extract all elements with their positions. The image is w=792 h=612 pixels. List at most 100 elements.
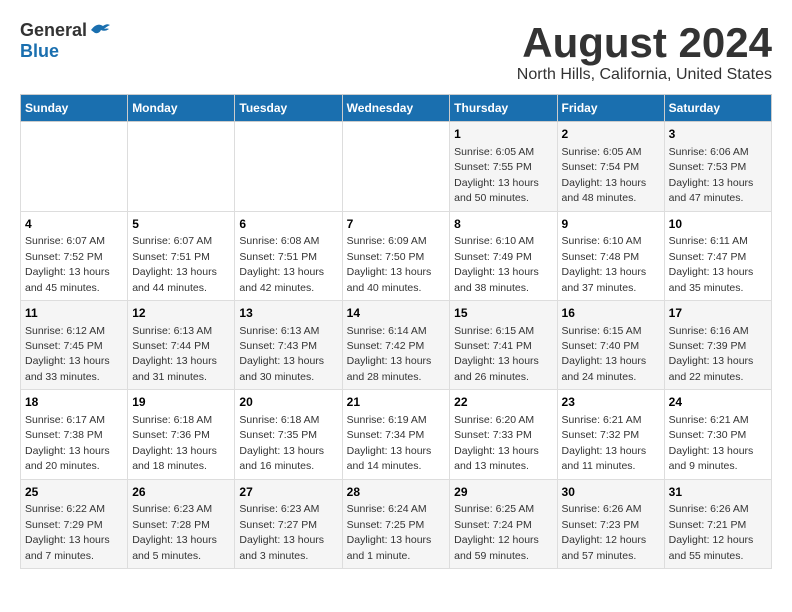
day-info: Sunrise: 6:19 AMSunset: 7:34 PMDaylight:… xyxy=(347,414,432,472)
calendar-cell: 9Sunrise: 6:10 AMSunset: 7:48 PMDaylight… xyxy=(557,211,664,300)
calendar-cell: 20 Sunrise: 6:18 AMSunset: 7:35 PMDayligh… xyxy=(235,390,342,479)
day-number: 10 xyxy=(669,216,767,233)
day-number: 20 xyxy=(239,394,337,411)
day-info: Sunrise: 6:11 AMSunset: 7:47 PMDaylight:… xyxy=(669,235,754,293)
calendar-cell: 13Sunrise: 6:13 AMSunset: 7:43 PMDayligh… xyxy=(235,300,342,389)
day-number: 11 xyxy=(25,305,123,322)
day-info: Sunrise: 6:21 AMSunset: 7:32 PMDaylight:… xyxy=(562,414,647,472)
calendar-cell: 8 Sunrise: 6:10 AMSunset: 7:49 PMDaylight… xyxy=(450,211,557,300)
day-info: Sunrise: 6:20 AMSunset: 7:33 PMDaylight:… xyxy=(454,414,539,472)
day-info: Sunrise: 6:26 AMSunset: 7:21 PMDaylight:… xyxy=(669,503,754,561)
calendar-cell: 10 Sunrise: 6:11 AMSunset: 7:47 PMDayligh… xyxy=(664,211,771,300)
calendar-week-row: 11Sunrise: 6:12 AMSunset: 7:45 PMDayligh… xyxy=(21,300,772,389)
day-info: Sunrise: 6:17 AMSunset: 7:38 PMDaylight:… xyxy=(25,414,110,472)
day-info: Sunrise: 6:25 AMSunset: 7:24 PMDaylight:… xyxy=(454,503,539,561)
day-number: 29 xyxy=(454,484,552,501)
calendar-cell xyxy=(21,122,128,211)
day-number: 22 xyxy=(454,394,552,411)
weekday-header-thursday: Thursday xyxy=(450,95,557,122)
day-info: Sunrise: 6:09 AMSunset: 7:50 PMDaylight:… xyxy=(347,235,432,293)
day-number: 7 xyxy=(347,216,446,233)
day-number: 14 xyxy=(347,305,446,322)
month-title: August 2024 xyxy=(517,20,772,66)
day-number: 2 xyxy=(562,126,660,143)
day-number: 8 xyxy=(454,216,552,233)
day-info: Sunrise: 6:06 AMSunset: 7:53 PMDaylight:… xyxy=(669,146,754,204)
day-info: Sunrise: 6:05 AMSunset: 7:55 PMDaylight:… xyxy=(454,146,539,204)
day-number: 30 xyxy=(562,484,660,501)
calendar-cell: 21 Sunrise: 6:19 AMSunset: 7:34 PMDayligh… xyxy=(342,390,450,479)
day-info: Sunrise: 6:23 AMSunset: 7:28 PMDaylight:… xyxy=(132,503,217,561)
day-number: 18 xyxy=(25,394,123,411)
calendar-cell: 6Sunrise: 6:08 AMSunset: 7:51 PMDaylight… xyxy=(235,211,342,300)
calendar-week-row: 4 Sunrise: 6:07 AMSunset: 7:52 PMDaylight… xyxy=(21,211,772,300)
location-title: North Hills, California, United States xyxy=(517,66,772,84)
weekday-header-monday: Monday xyxy=(128,95,235,122)
calendar-cell: 30 Sunrise: 6:26 AMSunset: 7:23 PMDayligh… xyxy=(557,479,664,568)
logo-bird-icon xyxy=(89,20,111,40)
weekday-header-wednesday: Wednesday xyxy=(342,95,450,122)
day-number: 15 xyxy=(454,305,552,322)
calendar-cell: 16Sunrise: 6:15 AMSunset: 7:40 PMDayligh… xyxy=(557,300,664,389)
logo-blue-text: Blue xyxy=(20,41,59,62)
day-info: Sunrise: 6:16 AMSunset: 7:39 PMDaylight:… xyxy=(669,325,754,383)
day-info: Sunrise: 6:18 AMSunset: 7:36 PMDaylight:… xyxy=(132,414,217,472)
day-info: Sunrise: 6:14 AMSunset: 7:42 PMDaylight:… xyxy=(347,325,432,383)
calendar-cell: 25 Sunrise: 6:22 AMSunset: 7:29 PMDayligh… xyxy=(21,479,128,568)
calendar-cell: 18 Sunrise: 6:17 AMSunset: 7:38 PMDayligh… xyxy=(21,390,128,479)
day-number: 25 xyxy=(25,484,123,501)
title-block: August 2024 North Hills, California, Uni… xyxy=(517,20,772,84)
calendar-cell: 3 Sunrise: 6:06 AMSunset: 7:53 PMDaylight… xyxy=(664,122,771,211)
calendar-cell: 14 Sunrise: 6:14 AMSunset: 7:42 PMDayligh… xyxy=(342,300,450,389)
day-number: 12 xyxy=(132,305,230,322)
day-info: Sunrise: 6:24 AMSunset: 7:25 PMDaylight:… xyxy=(347,503,432,561)
day-number: 6 xyxy=(239,216,337,233)
day-info: Sunrise: 6:26 AMSunset: 7:23 PMDaylight:… xyxy=(562,503,647,561)
day-number: 1 xyxy=(454,126,552,143)
calendar-cell: 19Sunrise: 6:18 AMSunset: 7:36 PMDayligh… xyxy=(128,390,235,479)
weekday-header-saturday: Saturday xyxy=(664,95,771,122)
day-info: Sunrise: 6:13 AMSunset: 7:44 PMDaylight:… xyxy=(132,325,217,383)
calendar-cell: 4 Sunrise: 6:07 AMSunset: 7:52 PMDaylight… xyxy=(21,211,128,300)
day-number: 21 xyxy=(347,394,446,411)
day-number: 24 xyxy=(669,394,767,411)
logo-general-text: General xyxy=(20,20,87,41)
day-number: 17 xyxy=(669,305,767,322)
day-number: 4 xyxy=(25,216,123,233)
weekday-header-sunday: Sunday xyxy=(21,95,128,122)
calendar-cell: 23Sunrise: 6:21 AMSunset: 7:32 PMDayligh… xyxy=(557,390,664,479)
day-number: 5 xyxy=(132,216,230,233)
calendar-body: 1 Sunrise: 6:05 AMSunset: 7:55 PMDaylight… xyxy=(21,122,772,569)
logo: General Blue xyxy=(20,20,111,62)
day-info: Sunrise: 6:13 AMSunset: 7:43 PMDaylight:… xyxy=(239,325,324,383)
day-info: Sunrise: 6:10 AMSunset: 7:48 PMDaylight:… xyxy=(562,235,647,293)
calendar-cell: 29 Sunrise: 6:25 AMSunset: 7:24 PMDayligh… xyxy=(450,479,557,568)
day-info: Sunrise: 6:10 AMSunset: 7:49 PMDaylight:… xyxy=(454,235,539,293)
calendar-cell: 7 Sunrise: 6:09 AMSunset: 7:50 PMDaylight… xyxy=(342,211,450,300)
calendar-cell: 28Sunrise: 6:24 AMSunset: 7:25 PMDayligh… xyxy=(342,479,450,568)
day-info: Sunrise: 6:23 AMSunset: 7:27 PMDaylight:… xyxy=(239,503,324,561)
day-number: 16 xyxy=(562,305,660,322)
day-number: 31 xyxy=(669,484,767,501)
day-number: 27 xyxy=(239,484,337,501)
weekday-header-row: SundayMondayTuesdayWednesdayThursdayFrid… xyxy=(21,95,772,122)
day-info: Sunrise: 6:07 AMSunset: 7:52 PMDaylight:… xyxy=(25,235,110,293)
day-number: 3 xyxy=(669,126,767,143)
calendar-week-row: 1 Sunrise: 6:05 AMSunset: 7:55 PMDaylight… xyxy=(21,122,772,211)
day-info: Sunrise: 6:18 AMSunset: 7:35 PMDaylight:… xyxy=(239,414,324,472)
day-info: Sunrise: 6:15 AMSunset: 7:41 PMDaylight:… xyxy=(454,325,539,383)
calendar-cell: 15 Sunrise: 6:15 AMSunset: 7:41 PMDayligh… xyxy=(450,300,557,389)
day-info: Sunrise: 6:05 AMSunset: 7:54 PMDaylight:… xyxy=(562,146,647,204)
day-info: Sunrise: 6:21 AMSunset: 7:30 PMDaylight:… xyxy=(669,414,754,472)
calendar-week-row: 25 Sunrise: 6:22 AMSunset: 7:29 PMDayligh… xyxy=(21,479,772,568)
calendar-cell: 24 Sunrise: 6:21 AMSunset: 7:30 PMDayligh… xyxy=(664,390,771,479)
calendar-cell: 2 Sunrise: 6:05 AMSunset: 7:54 PMDaylight… xyxy=(557,122,664,211)
day-info: Sunrise: 6:07 AMSunset: 7:51 PMDaylight:… xyxy=(132,235,217,293)
calendar-cell xyxy=(235,122,342,211)
day-number: 26 xyxy=(132,484,230,501)
day-info: Sunrise: 6:22 AMSunset: 7:29 PMDaylight:… xyxy=(25,503,110,561)
calendar-cell xyxy=(128,122,235,211)
calendar-cell xyxy=(342,122,450,211)
calendar-cell: 11Sunrise: 6:12 AMSunset: 7:45 PMDayligh… xyxy=(21,300,128,389)
calendar-cell: 1 Sunrise: 6:05 AMSunset: 7:55 PMDaylight… xyxy=(450,122,557,211)
